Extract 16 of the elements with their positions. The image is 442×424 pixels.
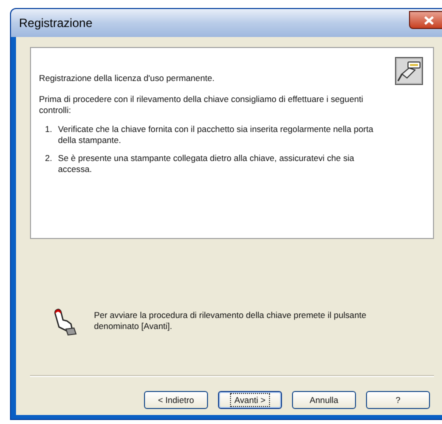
intro-text: Prima di procedere con il rilevamento della chiave consigliamo di effettuare i seguenti controlli: [39,94,364,116]
step-text: Se è presente una stampante collegata dietro alla chiave, assicuratevi che sia accessa. [58,153,356,175]
step-text: Verificate che la chiave fornita con il pacchetto sia inserita regolarmente nella porta della stampante. [58,124,374,146]
step-number: 1. [45,124,54,136]
dialog-button[interactable]: Avanti > [218,391,282,409]
close-icon [424,16,434,24]
close-button[interactable] [409,11,442,29]
dialog-button[interactable]: ? [366,391,430,409]
window-title: Registrazione [19,16,92,30]
hand-pointer-icon [52,307,78,337]
dialog-button[interactable]: < Indietro [144,391,208,409]
instruction-text: Per avviare la procedura di rilevamento della chiave premete il pulsante denominato [Avanti]. [94,309,368,332]
panel-heading: Registrazione della licenza d'uso permanente. [39,73,216,84]
dialog-button[interactable]: Annulla [292,391,356,409]
step-number: 2. [45,153,54,165]
dongle-icon [395,57,423,85]
